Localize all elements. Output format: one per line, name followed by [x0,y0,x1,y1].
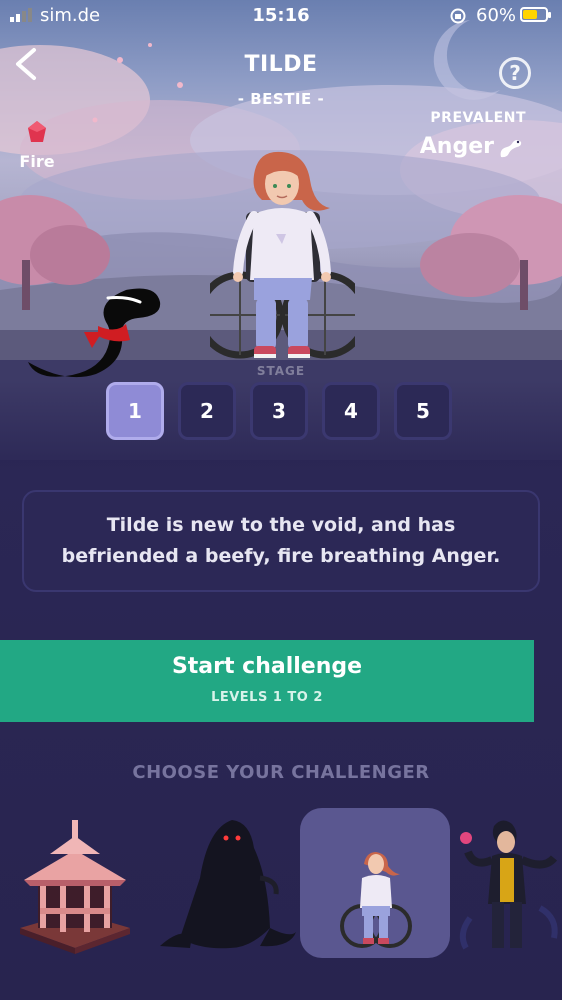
anger-serpent-icon [500,140,522,158]
gazebo-illustration [20,820,130,954]
battery-percent: 60% [476,5,517,26]
challenger-clawed-fighter[interactable] [450,808,562,958]
challenger-hooded-figure[interactable] [150,808,300,958]
challenger-tilde[interactable] [300,808,450,958]
hooded-figure-illustration [160,820,296,949]
character-illustration [210,151,355,359]
clawed-fighter-illustration [459,820,558,950]
stage-button-5[interactable]: 5 [394,382,452,440]
character-name: TILDE [244,52,318,77]
character-description: Tilde is new to the void, and has befrie… [61,514,501,567]
stage-button-3[interactable]: 3 [250,382,308,440]
stage-button-4[interactable]: 4 [322,382,380,440]
character-subtitle: - BESTIE - [237,90,325,108]
element-label: Fire [19,152,55,171]
element-indicator: Fire [14,120,60,171]
stage-button-2[interactable]: 2 [178,382,236,440]
start-challenge-levels: LEVELS 1 TO 2 [211,690,323,705]
battery-icon [520,7,551,22]
stage-label: STAGE [256,364,306,378]
character-description-box: Tilde is new to the void, and has befrie… [22,490,540,592]
tilde-thumbnail-illustration [340,852,412,948]
start-challenge-label: Start challenge [171,654,363,679]
challenger-gazebo[interactable] [0,808,150,958]
choose-challenger-heading: CHOOSE YOUR CHALLENGER [132,762,430,783]
fire-gem-icon [28,121,46,142]
stage-button-1[interactable]: 1 [106,382,164,440]
start-challenge-button[interactable]: Start challenge LEVELS 1 TO 2 [0,640,534,722]
status-bar: sim.de 15:16 60% [0,0,562,32]
orientation-lock-icon [450,8,466,24]
prevalent-label: PREVALENT [430,110,526,126]
prevalent-value: Anger [419,134,494,159]
